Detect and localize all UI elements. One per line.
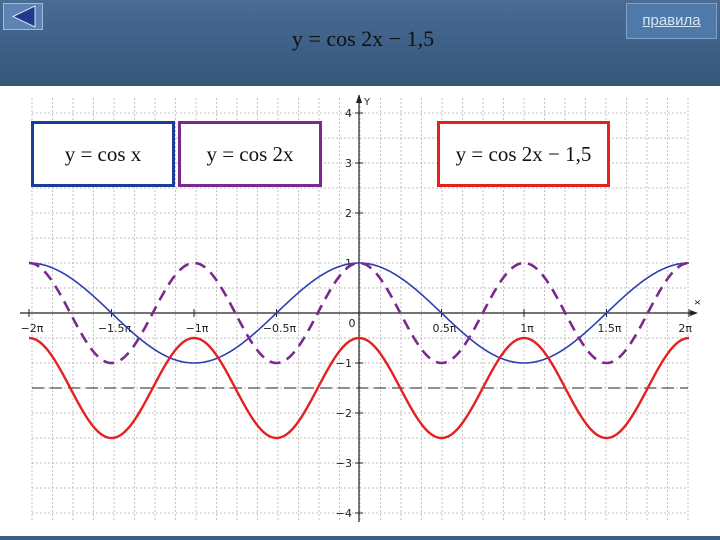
x-tick-label: −1.5π xyxy=(98,322,132,335)
y-tick-label: 2 xyxy=(345,207,352,220)
x-tick-label: 0 xyxy=(349,317,356,330)
x-tick-label: 1π xyxy=(520,322,534,335)
y-axis-arrow xyxy=(356,94,362,103)
page-title: y = cos 2x − 1,5 xyxy=(291,26,435,51)
y-axis-label: Y xyxy=(363,97,371,108)
bottom-strip xyxy=(0,536,720,540)
x-tick-label: 2π xyxy=(678,322,692,335)
y-tick-label: −4 xyxy=(336,507,352,520)
legend-cos-x: y = cos x xyxy=(31,121,175,187)
y-tick-label: −2 xyxy=(336,407,352,420)
y-tick-label: −1 xyxy=(336,357,352,370)
y-tick-label: −3 xyxy=(336,457,352,470)
legend-label-cos-2x: y = cos 2x xyxy=(206,142,294,166)
x-axis-arrow xyxy=(690,310,698,316)
x-tick-label: 1.5π xyxy=(597,322,621,335)
legend-cos-2x-minus: y = cos 2x − 1,5 xyxy=(437,121,610,187)
x-tick-label: −0.5π xyxy=(263,322,297,335)
legend-cos-2x: y = cos 2x xyxy=(178,121,322,187)
legend-label-cos-2x-minus: y = cos 2x − 1,5 xyxy=(455,142,592,166)
rules-link[interactable]: правила xyxy=(626,3,717,39)
x-axis-label: x xyxy=(693,299,703,305)
x-tick-label: −2π xyxy=(21,322,44,335)
x-tick-label: −1π xyxy=(186,322,209,335)
header-bar: y = cos 2x − 1,5 правила xyxy=(0,0,720,86)
y-tick-label: 4 xyxy=(345,107,352,120)
legend-label-cos-x: y = cos x xyxy=(64,142,142,166)
y-tick-label: 3 xyxy=(345,157,352,170)
